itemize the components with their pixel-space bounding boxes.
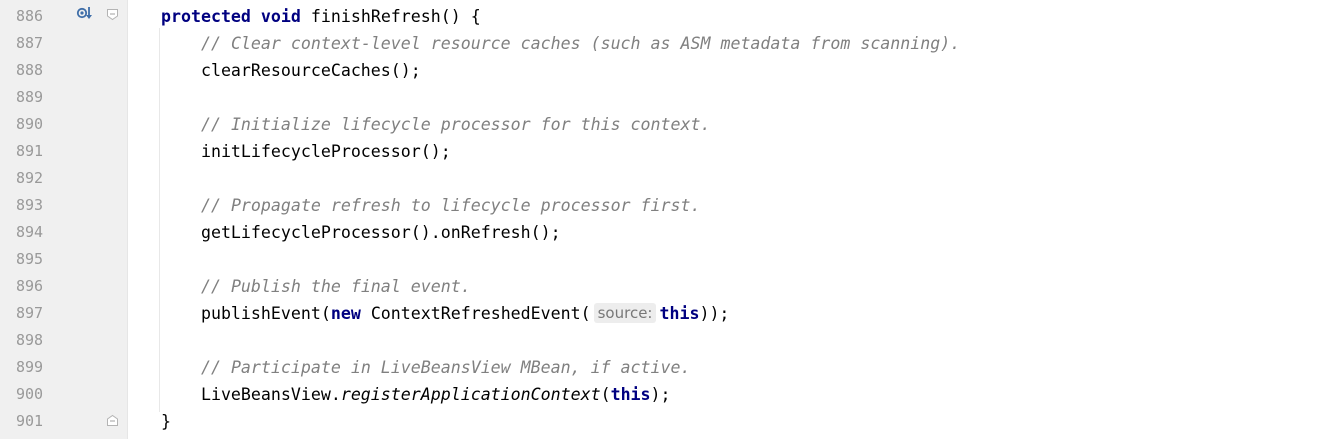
code-line[interactable]: 890 // Initialize lifecycle processor fo… <box>0 111 1322 138</box>
code-token: ContextRefreshedEvent( <box>360 304 591 323</box>
line-number[interactable]: 901 <box>16 408 56 435</box>
line-number[interactable]: 889 <box>16 84 56 111</box>
code-text[interactable]: LiveBeansView.registerApplicationContext… <box>161 381 671 408</box>
code-text[interactable]: initLifecycleProcessor(); <box>161 138 451 165</box>
code-token: clearResourceCaches(); <box>161 61 421 80</box>
line-number[interactable]: 891 <box>16 138 56 165</box>
keyword-token: void <box>260 7 301 26</box>
code-line[interactable]: 899 // Participate in LiveBeansView MBea… <box>0 354 1322 381</box>
line-number[interactable]: 886 <box>16 3 56 30</box>
line-number[interactable]: 898 <box>16 327 56 354</box>
line-number[interactable]: 899 <box>16 354 56 381</box>
code-text[interactable]: publishEvent(new ContextRefreshedEvent(s… <box>161 300 729 327</box>
code-text[interactable]: getLifecycleProcessor().onRefresh(); <box>161 219 561 246</box>
comment-token: // Participate in LiveBeansView MBean, i… <box>200 358 691 377</box>
line-number[interactable]: 895 <box>16 246 56 273</box>
line-number[interactable]: 900 <box>16 381 56 408</box>
code-token: getLifecycleProcessor().onRefresh(); <box>161 223 561 242</box>
line-number[interactable]: 890 <box>16 111 56 138</box>
code-token: } <box>161 412 171 431</box>
code-token: LiveBeansView. <box>161 385 341 404</box>
code-line[interactable]: 889 <box>0 84 1322 111</box>
code-token: )); <box>699 304 730 323</box>
line-number[interactable]: 893 <box>16 192 56 219</box>
code-line[interactable]: 888 clearResourceCaches(); <box>0 57 1322 84</box>
code-token: publishEvent( <box>161 304 331 323</box>
keyword-token: new <box>330 304 361 323</box>
line-number[interactable]: 894 <box>16 219 56 246</box>
code-line[interactable]: 886 protected void finishRefresh() { <box>0 3 1322 30</box>
code-token: initLifecycleProcessor(); <box>161 142 451 161</box>
code-token: finishRefresh() { <box>300 7 481 26</box>
code-line[interactable]: 895 <box>0 246 1322 273</box>
keyword-token: this <box>610 385 651 404</box>
code-line[interactable]: 897 publishEvent(new ContextRefreshedEve… <box>0 300 1322 327</box>
line-number[interactable]: 887 <box>16 30 56 57</box>
code-line[interactable]: 896 // Publish the final event. <box>0 273 1322 300</box>
code-text[interactable]: clearResourceCaches(); <box>161 57 421 84</box>
keyword-token: this <box>659 304 700 323</box>
code-text[interactable]: // Propagate refresh to lifecycle proces… <box>161 192 701 219</box>
code-text[interactable]: // Clear context-level resource caches (… <box>161 30 960 57</box>
code-line[interactable]: 894 getLifecycleProcessor().onRefresh(); <box>0 219 1322 246</box>
comment-token: // Publish the final event. <box>200 277 471 296</box>
code-line[interactable]: 901} <box>0 408 1322 435</box>
code-text[interactable]: // Initialize lifecycle processor for th… <box>161 111 711 138</box>
code-line[interactable]: 892 <box>0 165 1322 192</box>
parameter-hint: source: <box>593 303 657 323</box>
code-line[interactable]: 893 // Propagate refresh to lifecycle pr… <box>0 192 1322 219</box>
line-number[interactable]: 888 <box>16 57 56 84</box>
code-text[interactable]: protected void finishRefresh() { <box>161 3 481 30</box>
code-text[interactable]: // Participate in LiveBeansView MBean, i… <box>161 354 691 381</box>
code-editor[interactable]: 886 protected void finishRefresh() {887 /… <box>0 0 1322 439</box>
line-number[interactable]: 892 <box>16 165 56 192</box>
code-line[interactable]: 898 <box>0 327 1322 354</box>
code-line[interactable]: 891 initLifecycleProcessor(); <box>0 138 1322 165</box>
comment-token: // Clear context-level resource caches (… <box>200 34 961 53</box>
code-text[interactable]: } <box>161 408 171 435</box>
code-token: ); <box>650 385 671 404</box>
keyword-token: protected <box>161 7 251 26</box>
code-token: ( <box>600 385 611 404</box>
line-number[interactable]: 896 <box>16 273 56 300</box>
code-line[interactable]: 900 LiveBeansView.registerApplicationCon… <box>0 381 1322 408</box>
line-number[interactable]: 897 <box>16 300 56 327</box>
code-line[interactable]: 887 // Clear context-level resource cach… <box>0 30 1322 57</box>
static-method-token: registerApplicationContext <box>340 385 601 404</box>
comment-token: // Propagate refresh to lifecycle proces… <box>200 196 701 215</box>
comment-token: // Initialize lifecycle processor for th… <box>200 115 711 134</box>
code-text[interactable]: // Publish the final event. <box>161 273 471 300</box>
